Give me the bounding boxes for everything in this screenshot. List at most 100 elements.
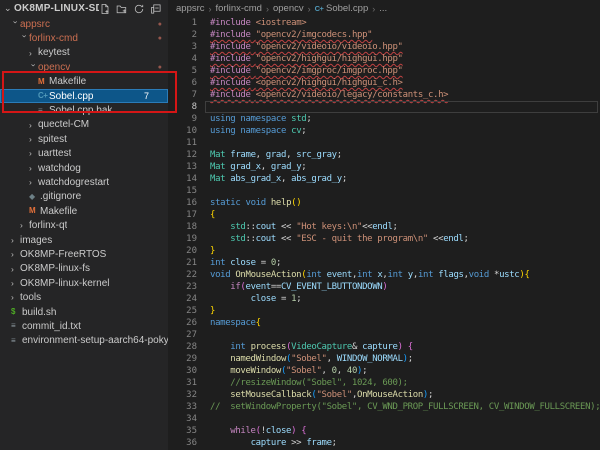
tree-item-build-sh[interactable]: $build.sh <box>0 305 168 319</box>
tree-item-label: commit_id.txt <box>22 321 81 332</box>
tree-item-quectel-cm[interactable]: ›quectel-CM <box>0 118 168 132</box>
code-line[interactable]: 30 moveWindow("Sobel", 0, 40); <box>168 365 600 377</box>
explorer-root-row[interactable]: ⌄ OK8MP-LINUX-SDK <box>0 0 168 17</box>
code-line[interactable]: 3#include "opencv2/videoio/videoio.hpp" <box>168 41 600 53</box>
tree-item-forlinx-cmd[interactable]: ›forlinx-cmd● <box>0 31 168 45</box>
code-text: namedWindow("Sobel", WINDOW_NORMAL); <box>210 354 413 364</box>
code-line[interactable]: 6#include <opencv2/highgui/highgui_c.h> <box>168 77 600 89</box>
code-line[interactable]: 25} <box>168 305 600 317</box>
code-text: using namespace cv; <box>210 126 306 136</box>
line-number: 10 <box>168 126 210 136</box>
code-line[interactable]: 22void OnMouseAction(int event,int x,int… <box>168 269 600 281</box>
code-line[interactable]: 28 int process(VideoCapture& capture) { <box>168 341 600 353</box>
breadcrumb: appsrc›forlinx-cmd›opencv›C+ Sobel.cpp›.… <box>168 0 600 17</box>
code-line[interactable]: 20} <box>168 245 600 257</box>
code-line[interactable]: 14Mat abs_grad_x, abs_grad_y; <box>168 173 600 185</box>
tree-item-forlinx-qt[interactable]: ›forlinx-qt <box>0 218 168 232</box>
tree-item-label: OK8MP-FreeRTOS <box>20 249 106 260</box>
code-line[interactable]: 31 //resizeWindow("Sobel", 1024, 600); <box>168 377 600 389</box>
code-line[interactable]: 33// setWindowProperty("Sobel", CV_WND_P… <box>168 401 600 413</box>
line-number: 22 <box>168 270 210 280</box>
collapse-all-icon[interactable] <box>150 3 162 15</box>
tree-item-ok8mp-linux-kernel[interactable]: ›OK8MP-linux-kernel <box>0 276 168 290</box>
tree-item-environment-setup-aarch64-poky-lin-[interactable]: ≡environment-setup-aarch64-poky-lin... <box>0 334 168 348</box>
code-text: if(event==CV_EVENT_LBUTTONDOWN) <box>210 282 387 292</box>
line-number: 32 <box>168 390 210 400</box>
code-line[interactable]: 8 <box>168 101 600 113</box>
code-line[interactable]: 4#include "opencv2/highgui/highgui.hpp" <box>168 53 600 65</box>
code-line[interactable]: 36 capture >> frame; <box>168 437 600 449</box>
refresh-icon[interactable] <box>133 3 145 15</box>
tree-item--gitignore[interactable]: ◆.gitignore <box>0 190 168 204</box>
tree-item-appsrc[interactable]: ›appsrc● <box>0 17 168 31</box>
line-number: 36 <box>168 438 210 448</box>
tree-item-images[interactable]: ›images <box>0 233 168 247</box>
code-line[interactable]: 9using namespace std; <box>168 113 600 125</box>
line-number: 33 <box>168 402 210 412</box>
tree-item-spitest[interactable]: ›spitest <box>0 132 168 146</box>
code-line[interactable]: 23 if(event==CV_EVENT_LBUTTONDOWN) <box>168 281 600 293</box>
breadcrumb-separator: › <box>308 4 311 14</box>
code-text-error: #include "opencv2/highgui/highgui.hpp" <box>210 54 403 64</box>
code-line[interactable]: 19 std::cout << "ESC - quit the program\… <box>168 233 600 245</box>
code-text: #include <iostream> <box>210 18 306 28</box>
code-line[interactable]: 15 <box>168 185 600 197</box>
line-number: 4 <box>168 54 210 64</box>
line-number: 6 <box>168 78 210 88</box>
code-text-error: #include "opencv2/imgcodecs.hpp" <box>210 30 372 40</box>
code-line[interactable]: 11 <box>168 137 600 149</box>
breadcrumb-item[interactable]: ... <box>379 3 387 14</box>
shell-file-icon: $ <box>11 308 22 316</box>
code-line[interactable]: 1#include <iostream> <box>168 17 600 29</box>
code-line[interactable]: 17{ <box>168 209 600 221</box>
line-number: 19 <box>168 234 210 244</box>
git-modified-dot: ● <box>158 35 162 42</box>
new-folder-icon[interactable] <box>116 3 128 15</box>
breadcrumb-item[interactable]: C+ Sobel.cpp <box>315 3 369 14</box>
tree-item-makefile[interactable]: MMakefile <box>0 204 168 218</box>
tree-item-label: watchdog <box>38 163 81 174</box>
tree-item-keytest[interactable]: ›keytest <box>0 46 168 60</box>
new-file-icon[interactable] <box>99 3 111 15</box>
tree-item-watchdog[interactable]: ›watchdog <box>0 161 168 175</box>
code-line[interactable]: 13Mat grad_x, grad_y; <box>168 161 600 173</box>
code-line[interactable]: 29 namedWindow("Sobel", WINDOW_NORMAL); <box>168 353 600 365</box>
explorer-actions <box>99 3 168 15</box>
line-number: 29 <box>168 354 210 364</box>
tree-item-ok8mp-freertos[interactable]: ›OK8MP-FreeRTOS <box>0 247 168 261</box>
code-line[interactable]: 26namespace{ <box>168 317 600 329</box>
line-number: 11 <box>168 138 210 148</box>
code-line[interactable]: 32 setMouseCallback("Sobel",OnMouseActio… <box>168 389 600 401</box>
breadcrumb-item[interactable]: opencv <box>273 3 304 14</box>
tree-item-commit-id-txt[interactable]: ≡commit_id.txt <box>0 319 168 333</box>
tree-item-sobel-cpp[interactable]: C+Sobel.cpp7 <box>0 89 168 103</box>
code-line[interactable]: 35 while(!close) { <box>168 425 600 437</box>
tree-item-label: spitest <box>38 134 67 145</box>
code-line[interactable]: 27 <box>168 329 600 341</box>
code-area[interactable]: 1#include <iostream>2#include "opencv2/i… <box>168 17 600 449</box>
tree-item-tools[interactable]: ›tools <box>0 290 168 304</box>
code-line[interactable]: 10using namespace cv; <box>168 125 600 137</box>
breadcrumb-item[interactable]: appsrc <box>176 3 205 14</box>
code-line[interactable]: 12Mat frame, grad, src_gray; <box>168 149 600 161</box>
tree-item-uarttest[interactable]: ›uarttest <box>0 147 168 161</box>
code-line[interactable]: 2#include "opencv2/imgcodecs.hpp" <box>168 29 600 41</box>
tree-item-ok8mp-linux-fs[interactable]: ›OK8MP-linux-fs <box>0 262 168 276</box>
tree-item-makefile[interactable]: MMakefile <box>0 75 168 89</box>
code-line[interactable]: 18 std::cout << "Hot keys:\n"<<endl; <box>168 221 600 233</box>
code-line[interactable]: 34 <box>168 413 600 425</box>
chevron-right-icon: › <box>11 279 20 288</box>
tree-item-sobel-cpp-bak[interactable]: ≡Sobel.cpp.bak <box>0 103 168 117</box>
tree-item-watchdogrestart[interactable]: ›watchdogrestart <box>0 175 168 189</box>
code-text: namespace{ <box>210 318 261 328</box>
line-number: 17 <box>168 210 210 220</box>
breadcrumb-item[interactable]: forlinx-cmd <box>216 3 262 14</box>
tree-item-opencv[interactable]: ›opencv● <box>0 60 168 74</box>
tree-item-label: watchdogrestart <box>38 177 109 188</box>
code-line[interactable]: 21int close = 0; <box>168 257 600 269</box>
code-line[interactable]: 24 close = 1; <box>168 293 600 305</box>
code-line[interactable]: 7#include <opencv2/videoio/legacy/consta… <box>168 89 600 101</box>
code-line[interactable]: 16static void help() <box>168 197 600 209</box>
line-number: 12 <box>168 150 210 160</box>
code-line[interactable]: 5#include "opencv2/imgproc/imgproc.hpp" <box>168 65 600 77</box>
